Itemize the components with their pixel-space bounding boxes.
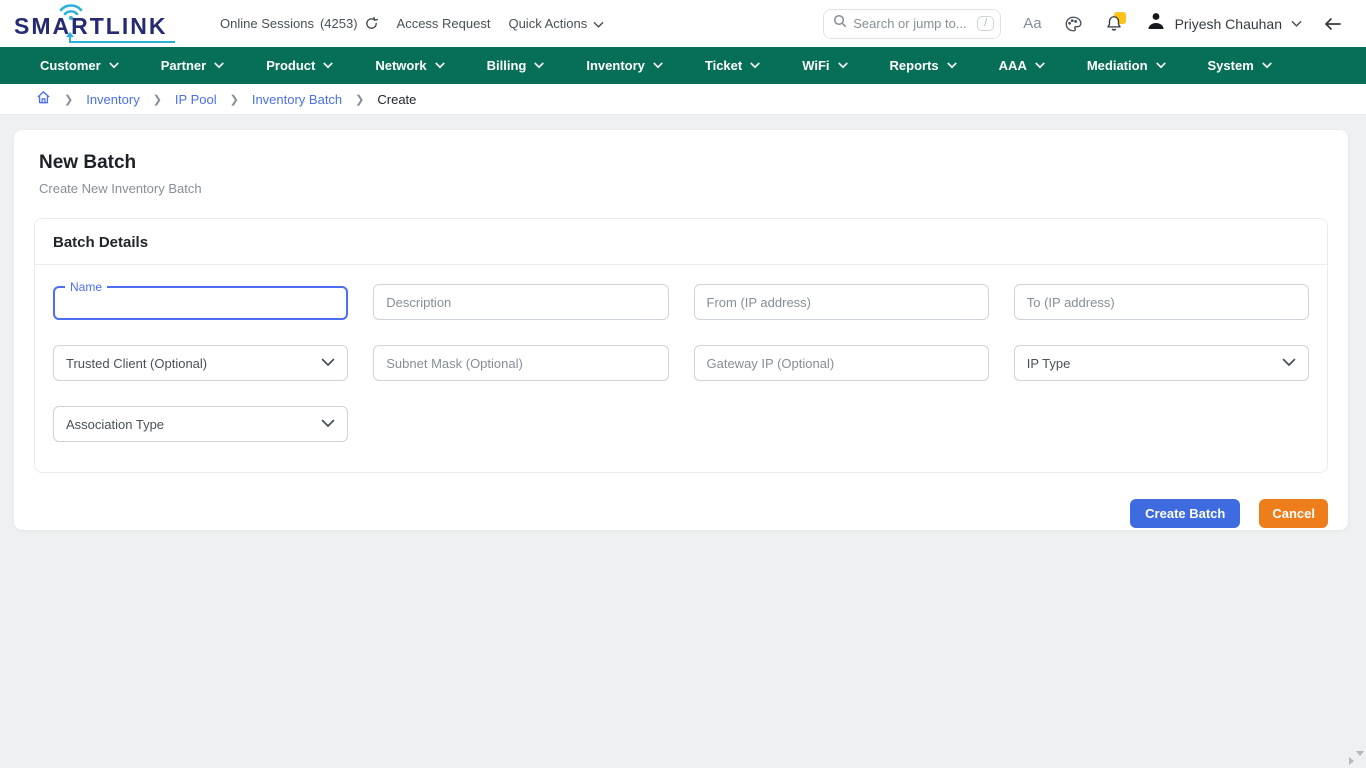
- breadcrumb-link-inventory-batch[interactable]: Inventory Batch: [252, 92, 342, 107]
- from-ip-input[interactable]: [694, 284, 989, 320]
- nav-item-partner[interactable]: Partner: [161, 58, 225, 73]
- create-batch-button[interactable]: Create Batch: [1130, 499, 1240, 528]
- search-placeholder: Search or jump to...: [853, 16, 971, 31]
- description-input[interactable]: [373, 284, 668, 320]
- online-sessions[interactable]: Online Sessions (4253): [220, 16, 379, 31]
- user-name: Priyesh Chauhan: [1175, 16, 1282, 32]
- theme-palette-icon[interactable]: [1064, 15, 1082, 33]
- nav-item-wifi[interactable]: WiFi: [802, 58, 847, 73]
- refresh-icon[interactable]: [364, 16, 379, 31]
- name-field[interactable]: Name: [53, 280, 348, 320]
- form-actions: Create Batch Cancel: [34, 499, 1328, 528]
- name-input[interactable]: [61, 294, 340, 312]
- main-nav: Customer Partner Product Network Billing…: [0, 47, 1366, 84]
- subnet-mask-input[interactable]: [373, 345, 668, 381]
- access-request-link[interactable]: Access Request: [397, 16, 491, 31]
- header-links: Online Sessions (4253) Access Request Qu…: [220, 16, 604, 32]
- chevron-down-icon: [1282, 354, 1296, 372]
- nav-item-network[interactable]: Network: [375, 58, 444, 73]
- nav-item-aaa[interactable]: AAA: [999, 58, 1045, 73]
- breadcrumb-current: Create: [377, 92, 416, 107]
- page-subtitle: Create New Inventory Batch: [39, 181, 1328, 196]
- slash-shortcut-badge: /: [977, 16, 994, 31]
- nav-item-billing[interactable]: Billing: [487, 58, 545, 73]
- nav-item-customer[interactable]: Customer: [40, 58, 119, 73]
- scrollbar-down-arrow[interactable]: [1356, 751, 1364, 756]
- breadcrumb: ❯ Inventory ❯ IP Pool ❯ Inventory Batch …: [0, 84, 1366, 115]
- breadcrumb-separator: ❯: [64, 93, 73, 106]
- nav-item-product[interactable]: Product: [266, 58, 333, 73]
- scrollbar-right-arrow[interactable]: [1349, 757, 1354, 765]
- avatar: [1146, 11, 1166, 36]
- back-arrow-icon[interactable]: [1324, 16, 1342, 32]
- to-ip-input[interactable]: [1014, 284, 1309, 320]
- nav-item-inventory[interactable]: Inventory: [586, 58, 663, 73]
- batch-details-section: Batch Details Name Trusted Client (Optio…: [34, 218, 1328, 473]
- font-size-toggle[interactable]: Aa: [1023, 15, 1041, 32]
- breadcrumb-separator: ❯: [153, 93, 162, 106]
- nav-item-ticket[interactable]: Ticket: [705, 58, 760, 73]
- breadcrumb-link-ip-pool[interactable]: IP Pool: [175, 92, 217, 107]
- top-header: SMARTLINK Online Sessions (4253) Access …: [0, 0, 1366, 47]
- nav-item-reports[interactable]: Reports: [890, 58, 957, 73]
- cancel-button[interactable]: Cancel: [1259, 499, 1328, 528]
- breadcrumb-link-inventory[interactable]: Inventory: [86, 92, 139, 107]
- online-sessions-label: Online Sessions: [220, 16, 314, 31]
- batch-details-form: Name Trusted Client (Optional) IP Type A…: [35, 265, 1327, 472]
- chevron-down-icon: [1291, 15, 1302, 33]
- search-icon: [833, 14, 847, 33]
- breadcrumb-separator: ❯: [230, 93, 239, 106]
- chevron-down-icon: [593, 17, 604, 32]
- page-title: New Batch: [39, 152, 1328, 174]
- name-field-label: Name: [65, 280, 107, 294]
- quick-actions-menu[interactable]: Quick Actions: [508, 16, 604, 32]
- user-menu[interactable]: Priyesh Chauhan: [1146, 11, 1302, 36]
- logo-underline: [69, 36, 175, 43]
- home-icon[interactable]: [36, 90, 51, 108]
- search-input[interactable]: Search or jump to... /: [823, 9, 1001, 39]
- gateway-ip-input[interactable]: [694, 345, 989, 381]
- nav-item-system[interactable]: System: [1208, 58, 1272, 73]
- header-right: Search or jump to... / Aa Priyesh Chauha…: [823, 9, 1342, 39]
- nav-item-mediation[interactable]: Mediation: [1087, 58, 1166, 73]
- association-type-select[interactable]: Association Type: [53, 406, 348, 442]
- breadcrumb-separator: ❯: [355, 93, 364, 106]
- ip-type-select[interactable]: IP Type: [1014, 345, 1309, 381]
- chevron-down-icon: [321, 415, 335, 433]
- chevron-down-icon: [321, 354, 335, 372]
- notifications-bell-icon[interactable]: [1104, 14, 1124, 34]
- smartlink-logo[interactable]: SMARTLINK: [12, 4, 192, 44]
- online-sessions-count: (4253): [320, 16, 358, 31]
- new-batch-card: New Batch Create New Inventory Batch Bat…: [14, 130, 1348, 530]
- section-title: Batch Details: [35, 219, 1327, 265]
- trusted-client-select[interactable]: Trusted Client (Optional): [53, 345, 348, 381]
